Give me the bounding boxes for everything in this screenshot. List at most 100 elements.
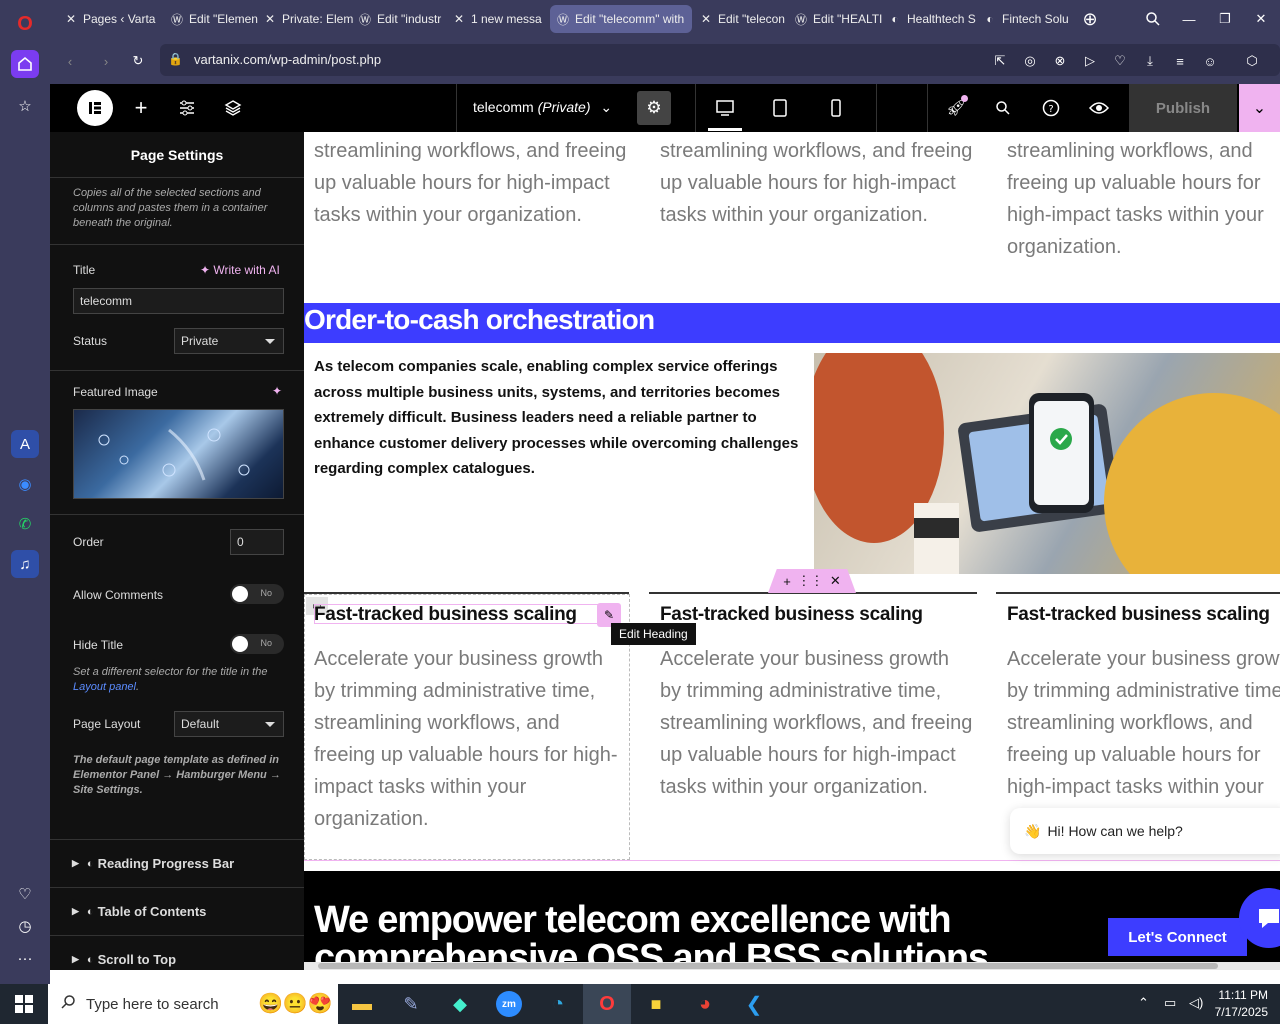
hide-title-toggle[interactable]: No — [230, 634, 284, 654]
wordpress-icon: Ⓦ — [358, 12, 371, 27]
section-label: Reading Progress Bar — [97, 856, 235, 871]
drag-icon[interactable]: ⋮⋮ — [797, 573, 823, 589]
reload-icon[interactable]: ↻ — [124, 47, 152, 75]
wordpress-icon: Ⓦ — [556, 12, 569, 27]
settings-sliders-icon[interactable] — [172, 84, 202, 132]
page-title-switcher[interactable]: telecomm (Private) ⌄ — [473, 99, 612, 116]
opera-icon[interactable]: O — [583, 984, 631, 1024]
zoom-icon[interactable]: zm — [485, 984, 533, 1024]
hide-title-label: Hide Title — [73, 638, 124, 652]
tab[interactable]: ◐ Fintech Solu — [977, 5, 1073, 33]
tab[interactable]: ✕ Pages ‹ Varta — [58, 5, 164, 33]
caret-right-icon: ▶ — [72, 906, 79, 916]
tab-active[interactable]: Ⓦ Edit "telecomm" with — [550, 5, 692, 33]
layers-icon[interactable] — [218, 84, 248, 132]
messenger-icon[interactable]: ◉ — [11, 470, 39, 498]
account-icon[interactable]: ☺ — [1196, 47, 1224, 75]
cube-icon[interactable]: ⬡ — [1238, 47, 1266, 75]
taskbar-search[interactable]: Type here to search 😄😐😍 — [48, 984, 338, 1024]
lets-connect-button[interactable]: Let's Connect — [1108, 918, 1247, 956]
chat-bubble[interactable]: 👋 Hi! How can we help? — [1010, 808, 1280, 854]
mobile-view-icon[interactable] — [821, 84, 851, 132]
delete-icon[interactable]: ✕ — [830, 573, 841, 589]
desktop-view-icon[interactable] — [710, 84, 740, 132]
app-icon[interactable]: ◆ — [436, 984, 484, 1024]
menu-icon[interactable]: ≡ — [1166, 47, 1194, 75]
search-placeholder: Type here to search — [86, 995, 219, 1013]
tablet-view-icon[interactable] — [765, 84, 795, 132]
tab[interactable]: Ⓦ Edit "industr — [352, 5, 448, 33]
history-icon[interactable]: ◷ — [11, 912, 39, 940]
sticky-notes-icon[interactable]: ■ — [632, 984, 680, 1024]
play-icon[interactable]: ▷ — [1076, 47, 1104, 75]
tab[interactable]: Ⓦ Edit "HEALTI — [788, 5, 884, 33]
page-settings-gear-icon[interactable]: ⚙ — [637, 91, 671, 125]
network-icon[interactable]: ▭ — [1164, 995, 1176, 1011]
allow-comments-toggle[interactable]: No — [230, 584, 284, 604]
layout-panel-link[interactable]: Layout panel — [73, 681, 136, 693]
volume-icon[interactable]: ◁) — [1189, 995, 1203, 1011]
clock[interactable]: 11:11 PM 7/17/2025 — [1212, 988, 1268, 1019]
opera-logo-icon[interactable]: O — [11, 10, 39, 38]
new-tab-icon[interactable]: ⊕ — [1076, 5, 1104, 33]
editor-canvas: streamlining workflows, and freeing up v… — [304, 132, 1280, 970]
forward-icon[interactable]: › — [92, 47, 120, 75]
back-icon[interactable]: ‹ — [56, 47, 84, 75]
time-text: 11:11 PM — [1218, 988, 1268, 1002]
tab[interactable]: ◐ Healthtech S — [882, 5, 978, 33]
help-icon[interactable]: ? — [1036, 84, 1066, 132]
minimize-icon[interactable]: — — [1175, 5, 1203, 33]
home-icon[interactable] — [11, 50, 39, 78]
more-icon[interactable]: ··· — [11, 944, 39, 972]
vscode-icon[interactable]: ❮ — [730, 984, 778, 1024]
send-icon[interactable]: ⇱ — [986, 47, 1014, 75]
close-icon[interactable]: ✕ — [1247, 5, 1275, 33]
section-scroll-to-top[interactable]: ▶ ◐ Scroll to Top — [50, 935, 304, 970]
tab[interactable]: ✕ 1 new messa — [446, 5, 546, 33]
add-icon[interactable]: + — [783, 574, 791, 589]
write-with-ai-link[interactable]: ✦ Write with AI — [200, 263, 280, 277]
shield-icon[interactable]: ⊗ — [1046, 47, 1074, 75]
music-icon[interactable]: ♫ — [11, 550, 39, 578]
section-reading-progress-bar[interactable]: ▶ ◐ Reading Progress Bar — [50, 839, 304, 887]
tab[interactable]: ✕ Edit "telecon — [693, 5, 789, 33]
page-layout-select[interactable]: Default — [174, 711, 284, 737]
tab[interactable]: ✕ Private: Elem — [257, 5, 353, 33]
heart-outline-icon[interactable]: ♡ — [1106, 47, 1134, 75]
section-table-of-contents[interactable]: ▶ ◐ Table of Contents — [50, 887, 304, 935]
container-handle[interactable]: + ⋮⋮ ✕ — [768, 569, 856, 593]
whatsapp-icon[interactable]: ✆ — [11, 510, 39, 538]
card-heading[interactable]: Fast-tracked business scaling — [314, 604, 577, 626]
search-tabs-icon[interactable] — [1139, 5, 1167, 33]
star-icon[interactable]: ☆ — [11, 92, 39, 120]
tray-chevron-icon[interactable]: ⌃ — [1138, 995, 1149, 1011]
notifications-rocket-icon[interactable]: 🚀︎ — [941, 84, 971, 132]
banner-heading[interactable]: Order-to-cash orchestration — [304, 303, 655, 337]
windows-start-icon[interactable] — [0, 984, 48, 1024]
add-element-icon[interactable]: + — [126, 84, 156, 132]
card-heading[interactable]: Fast-tracked business scaling — [660, 604, 923, 626]
url-text: vartanix.com/wp-admin/post.php — [194, 52, 382, 67]
file-explorer-icon[interactable]: ▬ — [338, 984, 386, 1024]
restore-icon[interactable]: ❐ — [1211, 5, 1239, 33]
horizontal-scrollbar[interactable] — [304, 962, 1280, 970]
featured-image-thumbnail[interactable] — [73, 409, 284, 499]
publish-button[interactable]: Publish — [1129, 84, 1237, 132]
publish-options-chevron-icon[interactable]: ⌄ — [1239, 84, 1280, 132]
camera-icon[interactable]: ◎ — [1016, 47, 1044, 75]
paint-icon[interactable]: ✎ — [387, 984, 435, 1024]
aria-icon[interactable]: A — [11, 430, 39, 458]
ai-sparkle-icon[interactable]: ✦ — [272, 384, 282, 398]
title-input[interactable]: telecomm — [73, 288, 284, 314]
preview-eye-icon[interactable] — [1084, 84, 1114, 132]
status-select[interactable]: Private — [174, 328, 284, 354]
order-input[interactable]: 0 — [230, 529, 284, 555]
download-icon[interactable]: ⤓ — [1136, 47, 1164, 75]
search-icon[interactable] — [988, 84, 1018, 132]
chrome-icon[interactable]: ◕ — [681, 984, 729, 1024]
tab[interactable]: Ⓦ Edit "Elemen — [164, 5, 260, 33]
elementor-logo-icon[interactable] — [77, 90, 113, 126]
card-heading[interactable]: Fast-tracked business scaling — [1007, 604, 1270, 626]
heart-icon[interactable]: ♡ — [11, 880, 39, 908]
edge-icon[interactable]: ◔ — [534, 984, 582, 1024]
